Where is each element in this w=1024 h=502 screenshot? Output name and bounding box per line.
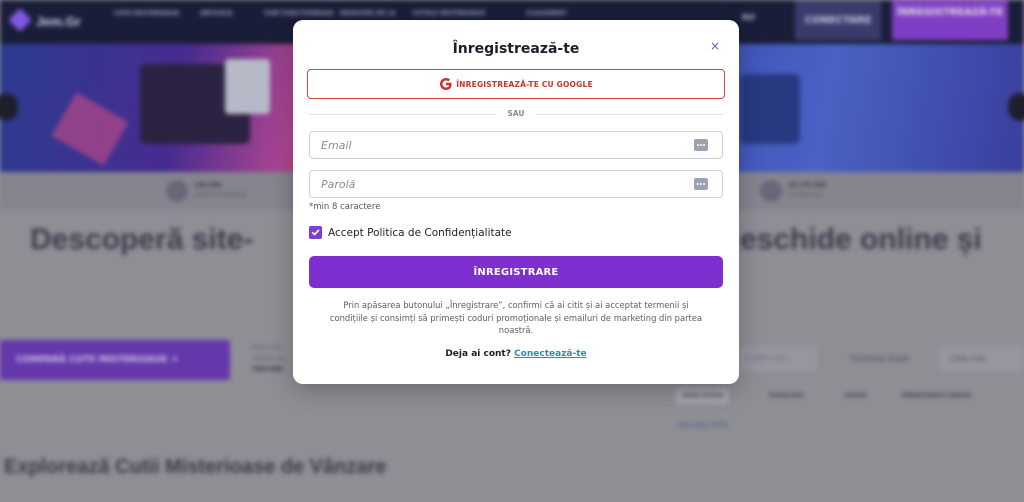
close-icon[interactable]: × — [705, 36, 725, 56]
password-manager-icon[interactable] — [694, 178, 708, 190]
legal-text: Prin apăsarea butonului „Înregistrare”, … — [329, 300, 703, 335]
privacy-accept-label: Accept Politica de Confidențialitate — [328, 226, 512, 239]
login-prompt: Deja ai cont? Conectează-te — [293, 349, 739, 359]
signup-modal: Înregistrează-te × ÎNREGISTREAZĂ-TE CU G… — [293, 20, 739, 384]
password-input[interactable] — [310, 171, 690, 197]
privacy-accept-checkbox[interactable]: Accept Politica de Confidențialitate — [309, 226, 512, 239]
google-signup-button[interactable]: ÎNREGISTREAZĂ-TE CU GOOGLE — [307, 69, 725, 99]
google-icon — [439, 76, 453, 92]
divider-text: SAU — [497, 109, 535, 118]
password-manager-icon[interactable] — [694, 139, 708, 151]
password-field — [309, 170, 723, 198]
password-hint: *min 8 caractere — [309, 202, 381, 212]
modal-title: Înregistrează-te — [452, 41, 580, 57]
login-link[interactable]: Conectează-te — [514, 349, 587, 359]
have-account-text: Deja ai cont? — [445, 349, 515, 359]
checkbox-check-icon[interactable] — [309, 226, 322, 239]
email-field — [309, 131, 723, 159]
register-button[interactable]: ÎNREGISTRARE — [309, 256, 723, 288]
google-signup-label: ÎNREGISTREAZĂ-TE CU GOOGLE — [456, 79, 593, 89]
email-input[interactable] — [310, 132, 690, 158]
